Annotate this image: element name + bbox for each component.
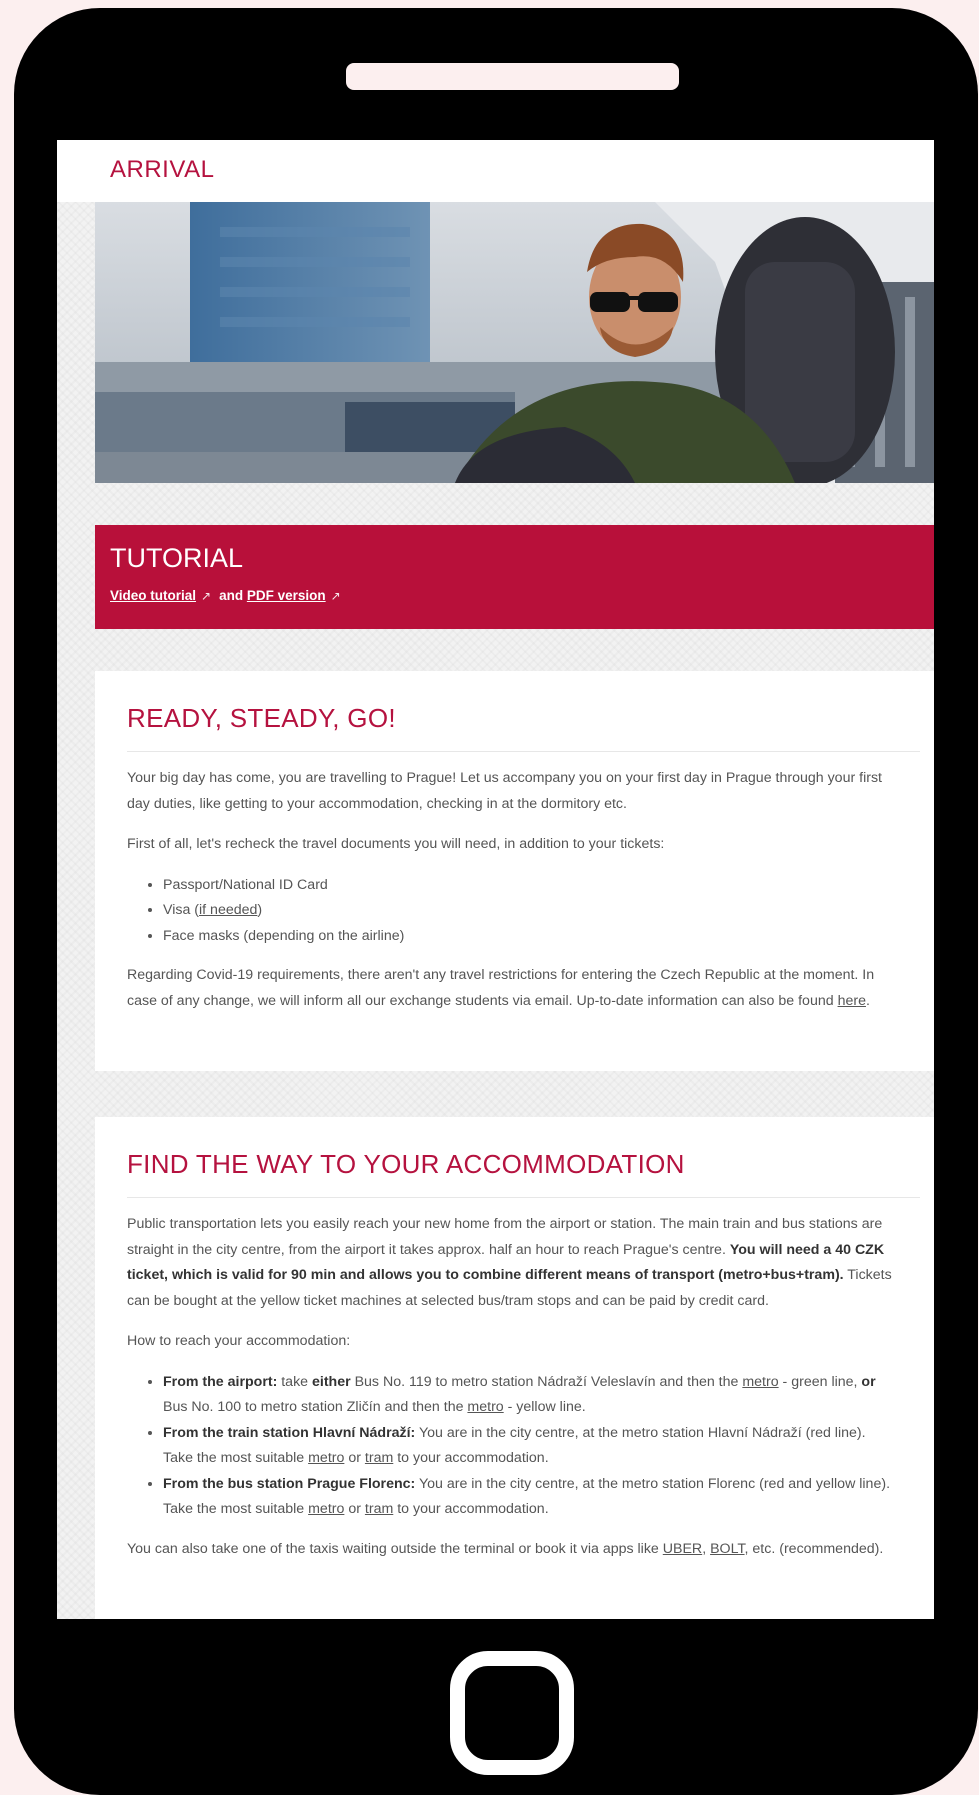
accommodation-body: Public transportation lets you easily re… xyxy=(127,1212,896,1577)
traveller-photo xyxy=(95,202,934,483)
routes-list: From the airport: take either Bus No. 11… xyxy=(127,1370,896,1523)
list-item: Visa (if needed) xyxy=(163,898,896,924)
phone-screen[interactable]: ARRIVAL TUTORIAL Video tutorial ↗ and PD… xyxy=(57,140,934,1619)
ready-intro: Your big day has come, you are travellin… xyxy=(127,770,882,812)
if-needed-link[interactable]: if needed xyxy=(199,902,257,918)
divider xyxy=(127,1197,920,1198)
metro-link[interactable]: metro xyxy=(308,1450,344,1466)
how-to-reach: How to reach your accommodation: xyxy=(127,1333,351,1349)
tram-link[interactable]: tram xyxy=(365,1501,393,1517)
documents-list: Passport/National ID Card Visa (if neede… xyxy=(127,873,896,950)
list-item-train-station: From the train station Hlavní Nádraží: Y… xyxy=(163,1421,896,1472)
phone-speaker xyxy=(346,63,679,90)
covid-info: Regarding Covid-19 requirements, there a… xyxy=(127,967,875,1009)
section-heading-accommodation: FIND THE WAY TO YOUR ACCOMMODATION xyxy=(127,1149,685,1179)
find-accommodation-card: FIND THE WAY TO YOUR ACCOMMODATION Publi… xyxy=(95,1117,934,1619)
uber-link[interactable]: UBER xyxy=(663,1541,702,1557)
ready-steady-go-card: READY, STEADY, GO! Your big day has come… xyxy=(95,671,934,1071)
external-link-icon: ↗ xyxy=(201,589,212,603)
metro-link[interactable]: metro xyxy=(467,1399,503,1415)
here-link[interactable]: here xyxy=(838,993,866,1009)
external-link-icon: ↗ xyxy=(330,589,341,603)
divider xyxy=(127,751,920,752)
list-item: Face masks (depending on the airline) xyxy=(163,924,896,950)
page-title: ARRIVAL xyxy=(110,156,215,183)
bolt-link[interactable]: BOLT xyxy=(710,1541,744,1557)
pdf-version-link[interactable]: PDF version xyxy=(247,588,326,603)
ready-documents-intro: First of all, let's recheck the travel d… xyxy=(127,836,665,852)
metro-link[interactable]: metro xyxy=(308,1501,344,1517)
home-button[interactable] xyxy=(450,1651,574,1775)
list-item: Passport/National ID Card xyxy=(163,873,896,899)
hero-image xyxy=(95,202,934,483)
list-item-airport: From the airport: take either Bus No. 11… xyxy=(163,1370,896,1421)
arrival-header: ARRIVAL xyxy=(57,140,934,202)
metro-link[interactable]: metro xyxy=(742,1374,778,1390)
transport-intro: Public transportation lets you easily re… xyxy=(127,1216,892,1309)
phone-frame: ARRIVAL TUTORIAL Video tutorial ↗ and PD… xyxy=(14,8,978,1795)
tutorial-links: Video tutorial ↗ and PDF version ↗ xyxy=(110,588,349,603)
ready-body: Your big day has come, you are travellin… xyxy=(127,766,896,1029)
and-text: and xyxy=(219,588,244,603)
list-item-bus-station: From the bus station Prague Florenc: You… xyxy=(163,1472,896,1523)
tram-link[interactable]: tram xyxy=(365,1450,393,1466)
video-tutorial-link[interactable]: Video tutorial xyxy=(110,588,196,603)
tutorial-title: TUTORIAL xyxy=(110,543,244,573)
tutorial-banner: TUTORIAL Video tutorial ↗ and PDF version ↗ xyxy=(95,525,934,629)
section-heading-ready: READY, STEADY, GO! xyxy=(127,703,396,733)
taxi-info: You can also take one of the taxis waiti… xyxy=(127,1540,884,1557)
